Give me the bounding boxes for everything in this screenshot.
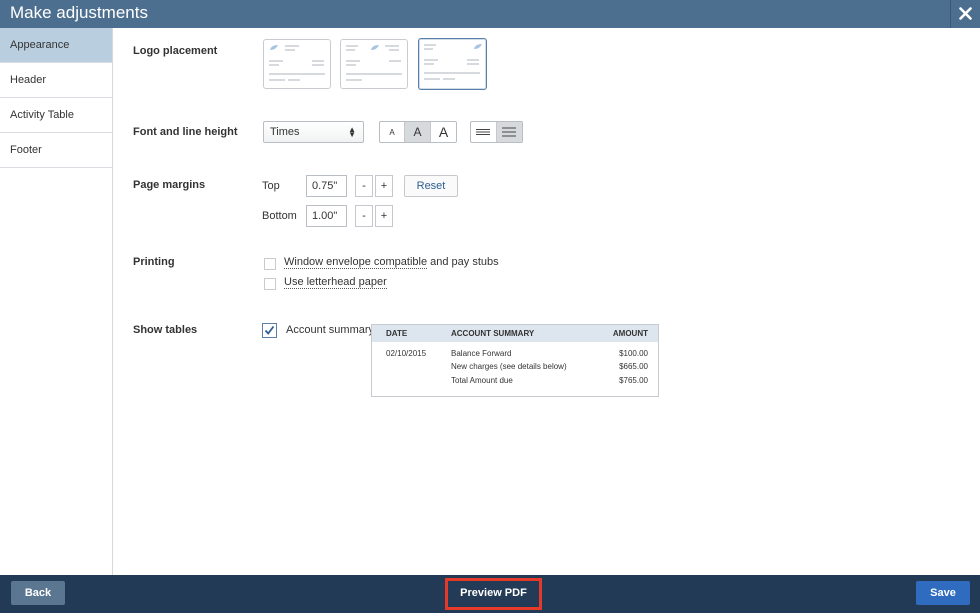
save-button[interactable]: Save: [916, 581, 970, 605]
line-height-spacious-button[interactable]: [496, 122, 522, 142]
account-summary-label: Account summary: [286, 324, 375, 336]
window-envelope-checkbox[interactable]: [264, 258, 276, 270]
checkmark-icon: [264, 325, 275, 335]
table-cell: New charges (see details below): [451, 362, 567, 371]
margin-top-increase-button[interactable]: +: [375, 175, 393, 197]
font-select-value: Times: [270, 126, 300, 138]
logo-placement-center-option[interactable]: [340, 39, 408, 89]
show-tables-label: Show tables: [133, 324, 198, 336]
main-panel: Logo placement Font and line height Time…: [113, 28, 980, 575]
logo-leaf-icon: [270, 45, 278, 50]
table-cell: Total Amount due: [451, 376, 513, 385]
table-cell: $665.00: [619, 362, 648, 371]
letterhead-checkbox[interactable]: [264, 278, 276, 290]
window-envelope-link[interactable]: Window envelope compatible: [284, 256, 428, 269]
letterhead-text: Use letterhead paper: [284, 276, 387, 289]
line-height-compact-button[interactable]: [471, 122, 497, 142]
table-cell: 02/10/2015: [386, 349, 427, 358]
margin-bottom-label: Bottom: [262, 210, 297, 222]
printing-label: Printing: [133, 256, 175, 268]
back-button[interactable]: Back: [11, 581, 65, 605]
table-header: DATE ACCOUNT SUMMARY AMOUNT: [372, 325, 658, 342]
font-select[interactable]: Times ▲ ▼: [263, 121, 364, 143]
account-summary-checkbox[interactable]: [262, 323, 277, 338]
sidebar-item-activity-table[interactable]: Activity Table: [0, 98, 112, 133]
font-size-toggle: A A A: [379, 121, 457, 143]
font-line-height-label: Font and line height: [133, 126, 238, 138]
window-envelope-text: Window envelope compatible and pay stubs: [284, 256, 499, 269]
sidebar-item-header[interactable]: Header: [0, 63, 112, 98]
font-size-medium-button[interactable]: A: [405, 122, 431, 142]
preview-pdf-button[interactable]: Preview PDF: [448, 581, 539, 605]
close-icon: [959, 7, 972, 20]
logo-leaf-icon: [474, 44, 482, 49]
table-cell: $765.00: [619, 376, 648, 385]
table-header-date: DATE: [386, 329, 408, 338]
account-summary-preview-table: DATE ACCOUNT SUMMARY AMOUNT 02/10/2015 B…: [371, 324, 659, 397]
up-down-caret-icon: ▲ ▼: [348, 125, 356, 139]
margin-top-decrease-button[interactable]: -: [355, 175, 373, 197]
letterhead-link[interactable]: Use letterhead paper: [284, 276, 387, 289]
margin-bottom-decrease-button[interactable]: -: [355, 205, 373, 227]
dialog-title: Make adjustments: [10, 3, 148, 22]
line-height-compact-icon: [476, 129, 491, 135]
sidebar: Appearance Header Activity Table Footer: [0, 28, 113, 575]
margin-top-input[interactable]: 0.75": [306, 175, 347, 197]
table-cell: $100.00: [619, 349, 648, 358]
line-height-toggle: [470, 121, 523, 143]
margins-reset-button[interactable]: Reset: [404, 175, 458, 197]
footer-bar: Back Preview PDF Save: [0, 575, 980, 613]
logo-placement-right-option[interactable]: [418, 38, 487, 90]
logo-placement-left-option[interactable]: [263, 39, 331, 89]
margin-bottom-input[interactable]: 1.00": [306, 205, 347, 227]
table-header-account-summary: ACCOUNT SUMMARY: [451, 329, 535, 338]
close-button[interactable]: [950, 0, 980, 28]
line-height-spacious-icon: [502, 127, 517, 137]
sidebar-item-appearance[interactable]: Appearance: [0, 28, 112, 63]
table-cell: Balance Forward: [451, 349, 512, 358]
font-size-small-button[interactable]: A: [380, 122, 405, 142]
page-margins-label: Page margins: [133, 179, 206, 191]
margin-bottom-increase-button[interactable]: +: [375, 205, 393, 227]
font-size-large-button[interactable]: A: [431, 122, 456, 142]
sidebar-item-footer[interactable]: Footer: [0, 133, 112, 168]
window-envelope-suffix: and pay stubs: [427, 256, 499, 268]
table-header-amount: AMOUNT: [612, 329, 648, 338]
titlebar: Make adjustments: [0, 0, 980, 28]
logo-placement-label: Logo placement: [133, 45, 218, 57]
margin-top-label: Top: [262, 180, 280, 192]
logo-leaf-icon: [371, 45, 379, 50]
